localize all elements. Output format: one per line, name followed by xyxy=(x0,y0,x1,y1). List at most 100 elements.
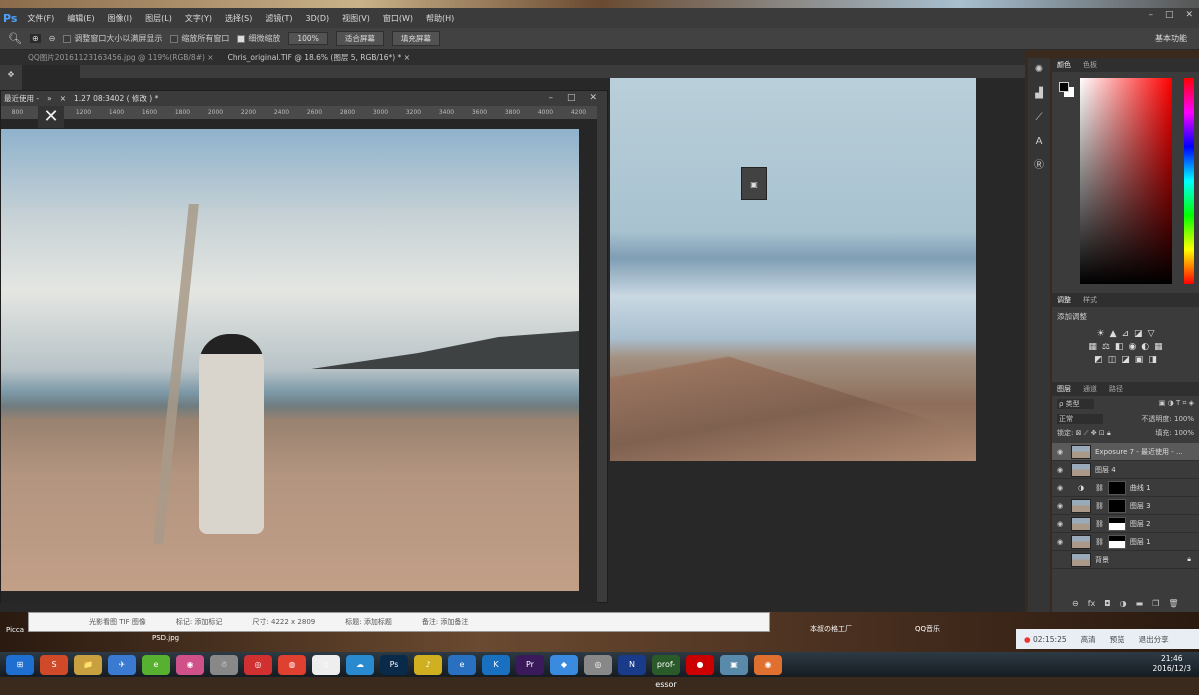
vibrance-icon[interactable]: ▽ xyxy=(1148,329,1155,339)
exit-share-button[interactable]: 退出分享 xyxy=(1139,634,1169,645)
file-title[interactable]: 标题: 添加标题 xyxy=(345,617,392,627)
fill-screen-button[interactable]: 填充屏幕 xyxy=(391,31,440,46)
desktop-icon-picca[interactable]: Picca xyxy=(6,626,24,634)
layer-item[interactable]: ◉ ⛓ 图层 3 xyxy=(1052,497,1199,515)
hue-sat-icon[interactable]: ▦ xyxy=(1088,342,1097,352)
menu-select[interactable]: 选择(S) xyxy=(225,13,252,24)
workspace-selector[interactable]: 基本功能 xyxy=(1155,33,1187,44)
taskbar-app-icon[interactable]: K xyxy=(482,654,510,675)
eye-icon[interactable]: ◉ xyxy=(1057,484,1067,492)
taskbar-app-icon[interactable]: ▣ xyxy=(720,654,748,675)
close-x-icon[interactable]: ✕ xyxy=(38,106,64,128)
file-note[interactable]: 备注: 添加备注 xyxy=(422,617,469,627)
taskbar-app-icon[interactable]: S xyxy=(40,654,68,675)
zoom-100-button[interactable]: 100% xyxy=(288,32,328,45)
eye-icon[interactable]: ◉ xyxy=(1057,538,1067,546)
fit-screen-button[interactable]: 适合屏幕 xyxy=(335,31,384,46)
trash-icon[interactable]: 🗑 xyxy=(1168,599,1178,608)
photo-woman-with-driftwood[interactable] xyxy=(1,129,579,591)
link-layers-icon[interactable]: ⊖ xyxy=(1072,599,1079,608)
histogram-icon[interactable]: ▟ xyxy=(1028,82,1050,106)
menu-filter[interactable]: 滤镜(T) xyxy=(265,13,292,24)
layer-item[interactable]: ◉ ⛓ 图层 1 xyxy=(1052,533,1199,551)
posterize-icon[interactable]: ◫ xyxy=(1108,355,1117,365)
taskbar-app-icon[interactable]: e xyxy=(448,654,476,675)
levels-icon[interactable]: ▲ xyxy=(1110,329,1117,339)
layer-item[interactable]: ◉ ◑ ⛓ 曲线 1 xyxy=(1052,479,1199,497)
channel-mixer-icon[interactable]: ◐ xyxy=(1141,342,1149,352)
filter-icons[interactable]: ▣ ◑ T ⌗ ◈ xyxy=(1159,399,1194,409)
layer-item[interactable]: 背景 🔒︎ xyxy=(1052,551,1199,569)
zoom-in-icon[interactable]: ⊕ xyxy=(29,34,41,43)
desktop-icon-format-factory[interactable]: 本叔の格工厂 xyxy=(810,624,852,634)
zoom-all-checkbox[interactable]: 缩放所有窗口 xyxy=(170,33,229,44)
close-button[interactable]: ✕ xyxy=(1185,10,1193,20)
invert-icon[interactable]: ◩ xyxy=(1094,355,1103,365)
tab-qq-image[interactable]: QQ图片20161123163456.jpg @ 119%(RGB/8#) × xyxy=(28,52,214,63)
lock-icons[interactable]: ⊠ ⟋ ✥ ⊡ 🔒︎ xyxy=(1076,429,1111,437)
threshold-icon[interactable]: ◪ xyxy=(1121,355,1130,365)
window-title-bar[interactable]: 最近使用 - » × 1.27 08:3402 ( 修改 ) * xyxy=(1,91,607,106)
taskbar-app-icon[interactable]: ◎ xyxy=(584,654,612,675)
clock[interactable]: 21:46 2016/12/3 xyxy=(1153,654,1191,674)
taskbar-app-icon[interactable]: e xyxy=(142,654,170,675)
maximize-button[interactable]: □ xyxy=(1165,10,1174,20)
fill-input[interactable]: 100% xyxy=(1174,429,1194,437)
taskbar-app-icon[interactable]: ◎ xyxy=(244,654,272,675)
selective-color-icon[interactable]: ▣ xyxy=(1135,355,1144,365)
layer-filter-select[interactable]: ρ 类型 xyxy=(1057,399,1094,409)
desktop-icon-psd[interactable]: PSD.jpg xyxy=(152,634,179,642)
zoom-tool-icon[interactable]: 🔍︎ xyxy=(8,32,22,45)
color-lookup-icon[interactable]: ▦ xyxy=(1154,342,1163,352)
taskbar-app-icon[interactable]: ⊞ xyxy=(6,654,34,675)
eye-icon[interactable]: ◉ xyxy=(1057,466,1067,474)
hue-slider[interactable] xyxy=(1184,78,1194,284)
tab-paths[interactable]: 路径 xyxy=(1109,384,1123,394)
fx-icon[interactable]: fx xyxy=(1088,599,1096,608)
taskbar-app-icon[interactable]: ◆ xyxy=(550,654,578,675)
character-icon[interactable]: A xyxy=(1028,130,1050,154)
tab-channels[interactable]: 通道 xyxy=(1083,384,1097,394)
curves-icon[interactable]: ⊿ xyxy=(1122,329,1130,339)
taskbar-app-icon[interactable]: ▯ xyxy=(312,654,340,675)
taskbar-app-icon[interactable]: ◉ xyxy=(754,654,782,675)
eye-icon[interactable]: ◉ xyxy=(1057,520,1067,528)
close-button[interactable]: ✕ xyxy=(589,93,597,103)
eye-icon[interactable]: ◉ xyxy=(1057,448,1067,456)
layer-item[interactable]: ◉ Exposure 7 - 最近使用 - ... xyxy=(1052,443,1199,461)
layer-mask[interactable] xyxy=(1107,516,1126,531)
preview-button[interactable]: 预览 xyxy=(1110,634,1125,645)
color-balance-icon[interactable]: ⚖ xyxy=(1102,342,1110,352)
close-tab-icon[interactable]: × xyxy=(60,94,66,103)
new-group-icon[interactable]: ▬ xyxy=(1136,599,1144,608)
new-adjustment-icon[interactable]: ◑ xyxy=(1120,599,1127,608)
layer-item[interactable]: ◉ 图层 4 xyxy=(1052,461,1199,479)
menu-image[interactable]: 图像(I) xyxy=(108,13,133,24)
taskbar-app-icon[interactable]: ♪ xyxy=(414,654,442,675)
layer-mask[interactable] xyxy=(1107,480,1126,495)
minimize-button[interactable]: – xyxy=(1148,10,1153,20)
ra-plugin-icon[interactable]: Ⓡ xyxy=(1028,154,1050,178)
maximize-button[interactable]: □ xyxy=(567,93,576,103)
photo-filter-icon[interactable]: ◉ xyxy=(1128,342,1136,352)
move-tool-icon[interactable]: ✥ xyxy=(0,70,22,79)
taskbar-app-icon[interactable]: Pr xyxy=(516,654,544,675)
taskbar-app-icon[interactable]: ☃ xyxy=(210,654,238,675)
tab-color[interactable]: 颜色 xyxy=(1057,60,1071,70)
layer-mask[interactable] xyxy=(1107,534,1126,549)
menu-window[interactable]: 窗口(W) xyxy=(383,13,413,24)
tab-layers[interactable]: 图层 xyxy=(1057,384,1071,394)
new-layer-icon[interactable]: ❐ xyxy=(1152,599,1159,608)
menu-layer[interactable]: 图层(L) xyxy=(145,13,172,24)
resize-windows-checkbox[interactable]: 调整窗口大小以满屏显示 xyxy=(63,33,162,44)
exposure-icon[interactable]: ◪ xyxy=(1134,329,1143,339)
tab-styles[interactable]: 样式 xyxy=(1083,295,1097,305)
file-tag[interactable]: 标记: 添加标记 xyxy=(176,617,223,627)
taskbar-app-icon[interactable]: ◍ xyxy=(278,654,306,675)
menu-view[interactable]: 视图(V) xyxy=(342,13,370,24)
taskbar-app-icon[interactable]: prof-essor xyxy=(652,654,680,689)
tab-adjustments[interactable]: 调整 xyxy=(1057,295,1071,305)
blend-mode-select[interactable]: 正常 xyxy=(1057,414,1103,424)
menu-type[interactable]: 文字(Y) xyxy=(185,13,212,24)
layer-mask[interactable] xyxy=(1107,498,1126,513)
